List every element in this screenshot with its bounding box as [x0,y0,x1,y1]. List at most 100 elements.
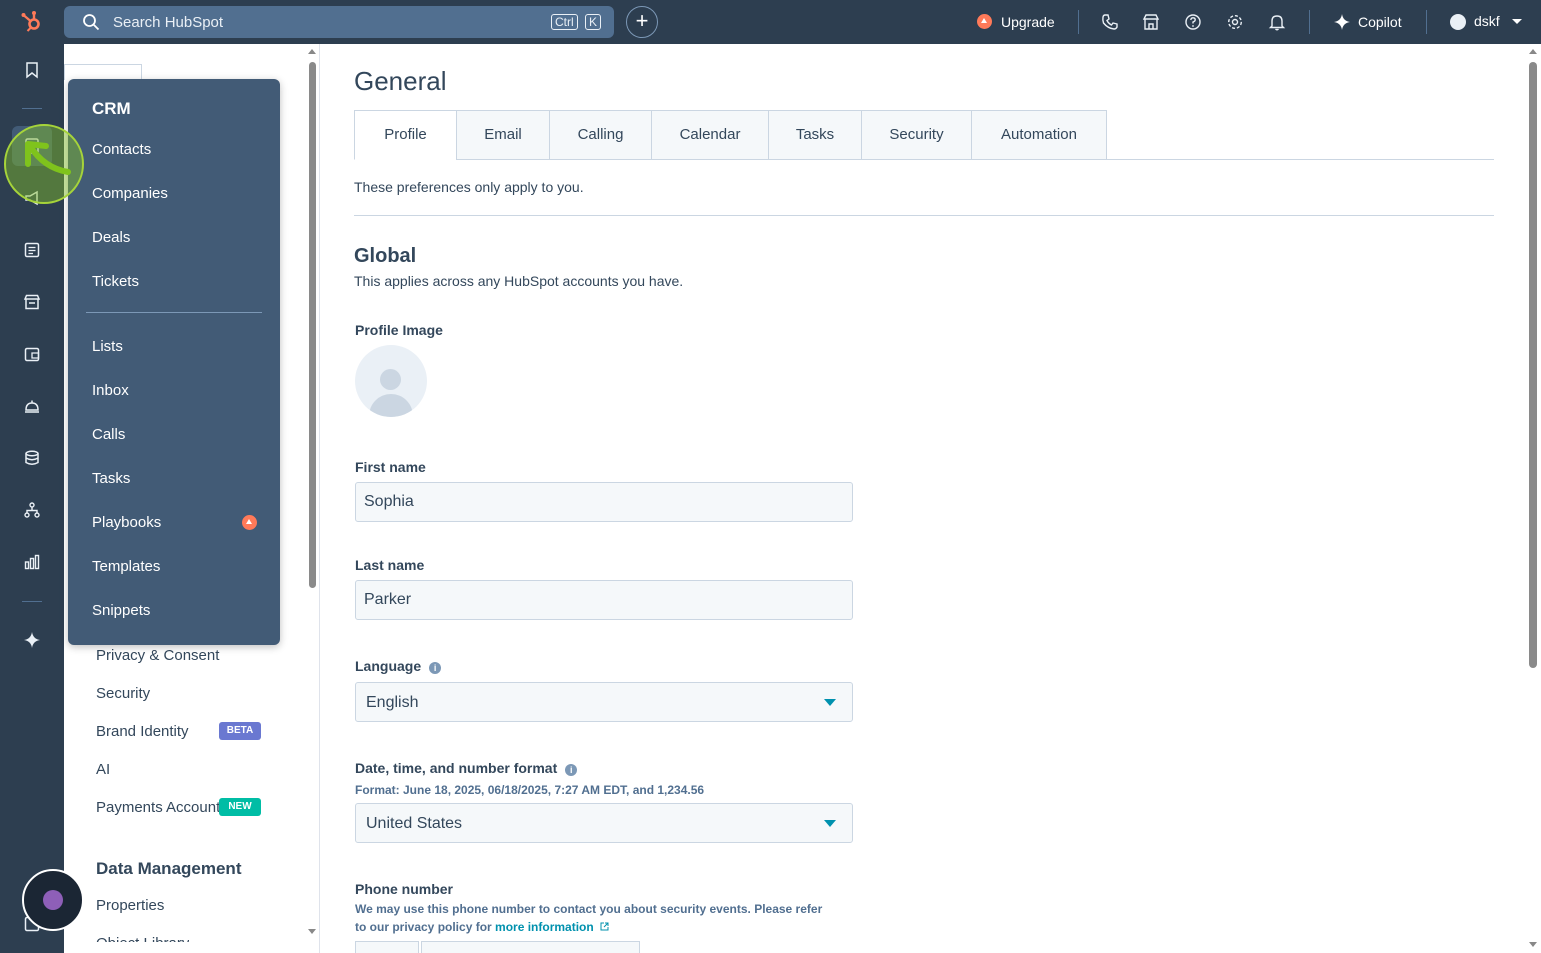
info-icon[interactable]: i [429,662,442,674]
search-placeholder: Search HubSpot [113,14,224,31]
language-select[interactable]: English [355,682,853,722]
format-select[interactable]: United States [355,803,853,843]
create-new-button[interactable]: + [626,6,658,38]
copilot-label: Copilot [1358,14,1402,30]
tabs-underline [457,159,1494,160]
main-scrollbar[interactable] [1526,44,1541,953]
flyout-item-deals[interactable]: Deals [92,229,130,246]
last-name-input[interactable] [355,580,853,620]
flyout-item-snippets[interactable]: Snippets [92,602,150,619]
phone-note-text: to our privacy policy for [355,920,492,934]
phone-number-input[interactable] [421,941,640,953]
flyout-item-tickets[interactable]: Tickets [92,273,139,290]
page-title: General [354,66,447,96]
phone-number-label: Phone number [355,881,454,897]
dropdown-caret-icon [824,820,836,827]
rail-divider [22,108,42,109]
format-example: Format: June 18, 2025, 06/18/2025, 7:27 … [355,783,705,797]
account-menu[interactable]: dskf [1450,13,1530,31]
flyout-item-lists[interactable]: Lists [92,338,123,355]
preferences-note: These preferences only apply to you. [354,179,584,195]
language-label-text: Language [355,658,422,674]
assistant-icon [43,890,63,910]
more-information-link[interactable]: more information [495,920,594,934]
settings-nav-ai[interactable]: AI [96,761,110,778]
help-icon[interactable] [1184,13,1202,31]
shortcut-key-ctrl: Ctrl [551,14,578,30]
settings-nav-security[interactable]: Security [96,685,150,702]
global-section-description: This applies across any HubSpot accounts… [354,273,684,289]
reporting-icon[interactable] [23,553,41,571]
breeze-ai-icon[interactable] [23,631,41,649]
section-divider [354,215,1494,216]
settings-search-field[interactable] [64,64,142,80]
language-label: Language i [355,658,442,674]
flyout-item-tasks[interactable]: Tasks [92,470,130,487]
tab-profile[interactable]: Profile [354,110,457,160]
format-selected-value: United States [366,815,463,832]
tab-email[interactable]: Email [456,110,550,160]
format-label-text: Date, time, and number format [355,760,558,776]
scroll-down-arrow-icon[interactable] [1529,942,1537,947]
first-name-input[interactable] [355,482,853,522]
phone-note-line-1: We may use this phone number to contact … [355,902,823,916]
content-icon[interactable] [23,241,41,259]
settings-nav-privacy-consent[interactable]: Privacy & Consent [96,647,219,664]
pointer-arrow-icon [25,141,71,175]
scrollbar-thumb[interactable] [1529,62,1537,668]
settings-main-content: General Profile Email Calling Calendar T… [321,44,1526,953]
tab-tasks[interactable]: Tasks [768,110,862,160]
tab-calendar[interactable]: Calendar [651,110,769,160]
language-selected-value: English [366,694,419,711]
notifications-bell-icon[interactable] [1268,13,1286,31]
data-management-icon[interactable] [23,449,41,467]
settings-nav-brand-identity[interactable]: Brand Identity [96,723,189,740]
user-avatar [1450,14,1466,30]
info-icon[interactable]: i [565,764,578,776]
profile-image-avatar[interactable] [355,345,427,417]
settings-gear-icon[interactable] [1226,13,1244,31]
flyout-item-calls[interactable]: Calls [92,426,125,443]
profile-image-label: Profile Image [355,322,443,338]
topbar-divider [1426,10,1427,34]
phone-country-select[interactable] [355,941,419,953]
global-search-input[interactable]: Search HubSpot Ctrl K [64,6,614,38]
phone-note-line-2: to our privacy policy for more informati… [355,920,609,934]
tab-security[interactable]: Security [861,110,972,160]
topbar-divider [1078,10,1079,34]
new-badge: NEW [219,798,261,816]
settings-nav-properties[interactable]: Properties [96,897,164,914]
flyout-item-inbox[interactable]: Inbox [92,382,129,399]
scrollbar-thumb[interactable] [309,62,316,588]
first-name-label: First name [355,459,426,475]
settings-nav-scrollbar[interactable] [305,44,320,953]
settings-nav-payments-account[interactable]: Payments Account [96,799,220,816]
crm-flyout-menu: CRM Contacts Companies Deals Tickets Lis… [68,79,280,645]
beta-badge: BETA [219,722,261,740]
scroll-up-arrow-icon[interactable] [1529,49,1537,54]
external-link-icon [600,922,609,931]
flyout-divider [86,312,262,313]
phone-icon[interactable] [1101,13,1119,31]
service-icon[interactable] [23,397,41,415]
automation-icon[interactable] [23,501,41,519]
scroll-up-arrow-icon[interactable] [308,49,316,54]
settings-nav-object-library[interactable]: Object Library [96,935,189,942]
flyout-item-playbooks[interactable]: Playbooks [92,514,161,531]
tab-automation[interactable]: Automation [971,110,1107,160]
upgrade-arrow-icon [242,515,257,530]
flyout-item-templates[interactable]: Templates [92,558,160,575]
marketplace-icon[interactable] [1142,13,1160,31]
assistant-launcher-button[interactable] [22,869,84,931]
tab-calling[interactable]: Calling [549,110,652,160]
last-name-label: Last name [355,557,425,573]
sales-icon[interactable] [23,345,41,363]
global-section-title: Global [354,245,417,267]
hubspot-logo-icon[interactable] [20,10,44,34]
bookmark-icon[interactable] [23,61,41,79]
search-icon [83,14,100,31]
flyout-item-contacts[interactable]: Contacts [92,141,151,158]
commerce-icon[interactable] [23,293,41,311]
flyout-item-companies[interactable]: Companies [92,185,168,202]
scroll-down-arrow-icon[interactable] [308,929,316,934]
